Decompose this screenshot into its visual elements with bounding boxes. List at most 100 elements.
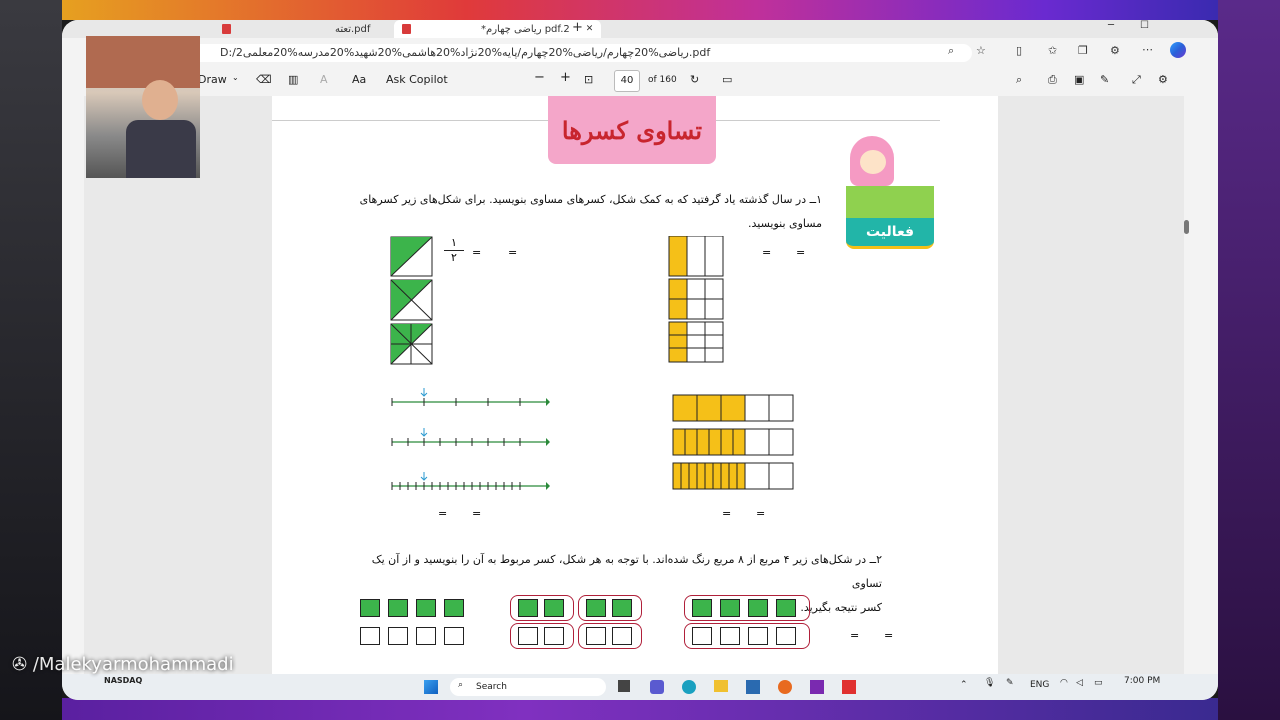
minimize-icon[interactable]: ─ (1108, 20, 1114, 31)
windows-start-icon[interactable] (424, 680, 438, 694)
equals-sign: = (796, 246, 806, 259)
empty-square (720, 627, 740, 645)
split-screen-icon[interactable]: ▯ (1016, 44, 1022, 57)
fraction-half: ۱ ۲ (444, 236, 464, 265)
save-icon[interactable]: ▣ (1074, 73, 1084, 86)
zoom-icon[interactable]: ⌕ (948, 44, 954, 58)
green-square (586, 599, 606, 617)
tab-2-active[interactable]: *ریاضی چهارم pdf.2 ✕ (394, 20, 602, 38)
edge-icon[interactable] (682, 680, 696, 694)
microphone-icon[interactable]: 🎙 (984, 678, 995, 688)
battery-icon[interactable]: ▭ (1094, 678, 1103, 688)
firefox-icon[interactable] (778, 680, 792, 694)
tab-bar: تعته.pdf *ریاضی چهارم pdf.2 ✕ + ─ ☐ (62, 20, 1218, 38)
equals-sign: = (884, 629, 894, 642)
read-aloud-icon[interactable]: Aa (352, 73, 366, 86)
green-square (518, 599, 538, 617)
green-square (612, 599, 632, 617)
new-tab-button[interactable]: + (572, 20, 583, 35)
equals-sign: = (756, 507, 766, 520)
meet-icon[interactable] (650, 680, 664, 694)
store-icon[interactable] (746, 680, 760, 694)
empty-square (416, 627, 436, 645)
green-square (720, 599, 740, 617)
equals-sign: = (762, 246, 772, 259)
favorites-icon[interactable]: ✩ (1048, 44, 1057, 57)
pdf-viewer: تساوی کسرها فعالیت ۱ــ در سال گذشته یاد … (84, 96, 1184, 690)
file-explorer-icon[interactable] (714, 680, 728, 692)
maximize-icon[interactable]: ☐ (1140, 20, 1149, 31)
grid-sixths (668, 278, 724, 320)
green-square (776, 599, 796, 617)
save-as-icon[interactable]: ✎ (1100, 73, 1109, 86)
page-title-banner: تساوی کسرها (548, 96, 716, 164)
equals-sign: = (850, 629, 860, 642)
ask-copilot-button[interactable]: Ask Copilot (386, 73, 448, 86)
watermark-overlay: ✇ /Malekyarmohammadi (12, 654, 234, 675)
empty-square (612, 627, 632, 645)
close-tab-icon[interactable]: ✕ (586, 24, 594, 34)
draw-button[interactable]: Draw (198, 73, 227, 86)
chevron-up-icon[interactable]: ⌃ (960, 680, 968, 690)
fit-page-icon[interactable]: ⊡ (584, 73, 593, 86)
empty-square (444, 627, 464, 645)
collections-icon[interactable]: ❐ (1078, 44, 1088, 57)
scrollbar-thumb[interactable] (1184, 220, 1189, 234)
empty-square (518, 627, 538, 645)
address-bar: D:/2ریاضی%20چهارم/ریاضی%20چهارم/پایه%20ن… (62, 42, 1218, 64)
green-square (360, 599, 380, 617)
square-quarters (390, 279, 433, 321)
settings-icon[interactable]: ⚙ (1158, 73, 1168, 86)
browser-window: تعته.pdf *ریاضی چهارم pdf.2 ✕ + ─ ☐ D:/2… (62, 20, 1218, 700)
watermark-text: /Malekyarmohammadi (32, 654, 234, 675)
search-icon[interactable]: ⌕ (1016, 73, 1022, 87)
page-number-input[interactable]: 40 (614, 70, 640, 92)
extensions-icon[interactable]: ⚙ (1110, 44, 1120, 57)
equals-sign: = (508, 246, 518, 259)
onenote-icon[interactable] (810, 680, 824, 694)
pen-icon[interactable]: ✎ (1006, 678, 1014, 688)
green-square (388, 599, 408, 617)
recorder-icon[interactable] (842, 680, 856, 694)
book-icon (846, 186, 934, 218)
copilot-icon[interactable] (1170, 42, 1186, 58)
volume-icon[interactable]: ◁ (1076, 678, 1083, 688)
person-body (126, 120, 196, 178)
desktop-background-left (0, 0, 62, 720)
pdf-scrollbar[interactable] (1182, 96, 1192, 686)
rotate-icon[interactable]: ↻ (690, 73, 699, 86)
green-square (444, 599, 464, 617)
page-view-icon[interactable]: ▥ (288, 73, 298, 86)
number-line-2 (391, 428, 550, 446)
wifi-icon[interactable]: ◠ (1060, 678, 1068, 688)
tab-1[interactable]: تعته.pdf (222, 20, 370, 38)
square-half (390, 236, 433, 277)
green-square (416, 599, 436, 617)
desktop-background-bottom (62, 698, 1218, 720)
equals-sign: = (472, 507, 482, 520)
chevron-down-icon[interactable]: ⌄ (232, 73, 239, 82)
zoom-in-button[interactable]: + (560, 70, 571, 85)
equals-sign: = (438, 507, 448, 520)
zoom-out-button[interactable]: − (534, 70, 545, 85)
more-menu-icon[interactable]: ⋯ (1142, 43, 1153, 56)
print-icon[interactable]: ⎙ (1048, 73, 1057, 87)
favorite-star-icon[interactable]: ☆ (976, 44, 986, 57)
green-squares-figure (390, 236, 433, 365)
pdf-icon (402, 24, 411, 34)
question-1-text: ۱ــ در سال گذشته یاد گرفتید که به کمک شک… (342, 188, 822, 236)
search-label: Search (476, 682, 507, 692)
question-1-line-2: مساوی بنویسید. (747, 217, 822, 230)
language-indicator[interactable]: ENG (1030, 680, 1049, 690)
clock-time[interactable]: 7:00 PM (1124, 676, 1160, 686)
stock-widget[interactable]: NASDAQ (104, 676, 142, 685)
empty-square (360, 627, 380, 645)
empty-square (776, 627, 796, 645)
text-icon[interactable]: A (320, 73, 328, 86)
fullscreen-icon[interactable]: ⤢ (1132, 73, 1141, 87)
taskbar-search[interactable]: ⌕ Search (450, 678, 606, 696)
square-eighths (390, 323, 433, 365)
two-page-icon[interactable]: ▭ (722, 73, 732, 86)
task-view-icon[interactable] (618, 680, 630, 692)
eraser-icon[interactable]: ⌫ (256, 73, 272, 86)
